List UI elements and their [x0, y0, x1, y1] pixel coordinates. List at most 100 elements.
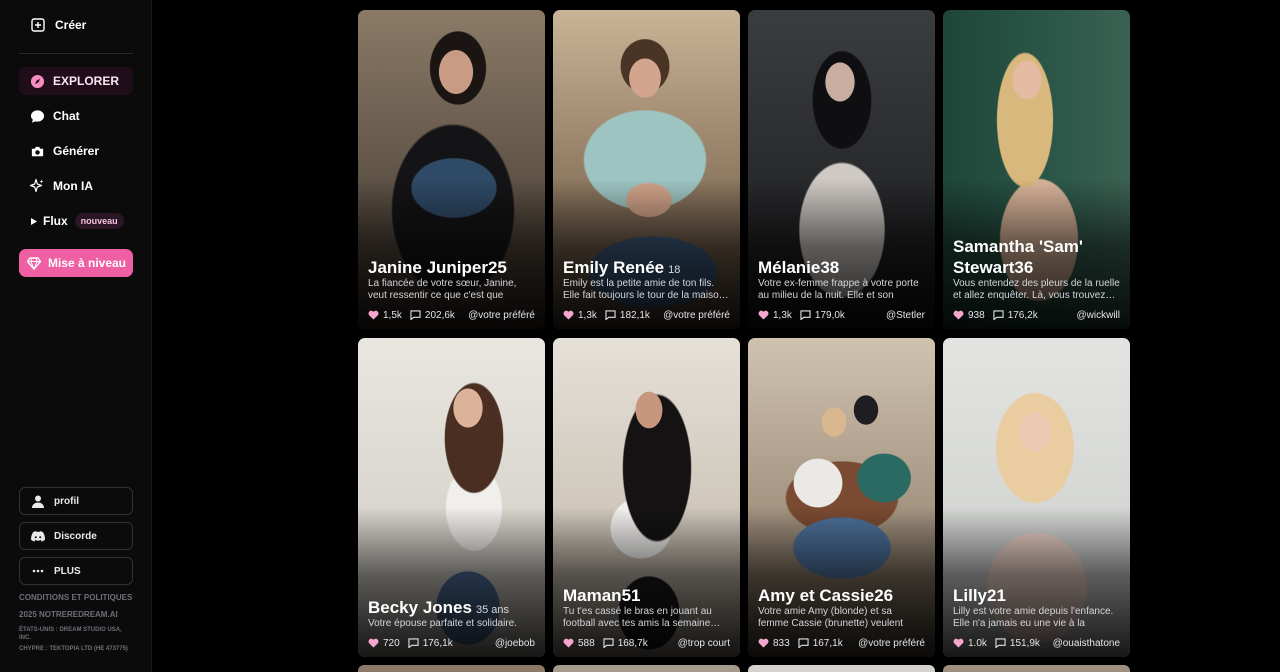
card-gradient: [358, 179, 545, 329]
character-card[interactable]: Lilly21 Lilly est votre amie depuis l'en…: [943, 338, 1130, 657]
creator-handle[interactable]: @ouaisthatone: [1053, 638, 1120, 649]
character-card[interactable]: Mélanie38 Votre ex-femme frappe à votre …: [748, 10, 935, 329]
heart-icon: [758, 638, 769, 648]
character-card[interactable]: Becky Jones 35 ans Votre épouse parfaite …: [358, 338, 545, 657]
message-icon: [410, 310, 421, 320]
diamond-icon: [26, 255, 42, 271]
card-stats: 1,3k 179,0k @Stetler: [758, 308, 925, 322]
sidebar-item-label: Chat: [53, 109, 80, 123]
character-description: La fiancée de votre sœur, Janine, veut r…: [368, 278, 517, 301]
card-gradient: [748, 507, 935, 657]
profile-label: profil: [54, 495, 79, 507]
chat-bubble-icon: [29, 108, 45, 124]
user-icon: [30, 493, 46, 509]
discord-icon: [30, 528, 46, 544]
sidebar-item-label: Générer: [53, 144, 100, 158]
character-card[interactable]: Janine Juniper25 La fiancée de votre sœu…: [358, 10, 545, 329]
creator-handle[interactable]: @Stetler: [886, 310, 925, 321]
heart-icon: [368, 310, 379, 320]
heart-icon: [563, 310, 574, 320]
company-us-text: ÉTATS-UNIS : DREAM STUDIO USA, INC.: [19, 627, 122, 641]
sidebar-item-label: Flux: [43, 214, 68, 228]
compass-icon: [29, 73, 45, 89]
likes-stat: 720: [368, 638, 400, 649]
upgrade-button[interactable]: Mise à niveau: [19, 249, 133, 277]
heart-icon: [563, 638, 574, 648]
upgrade-label: Mise à niveau: [47, 256, 127, 270]
camera-icon: [29, 143, 45, 159]
messages-stat: 182,1k: [605, 310, 650, 321]
more-label: PLUS: [54, 565, 81, 577]
plus-square-icon: [30, 17, 46, 33]
more-button[interactable]: PLUS: [19, 557, 133, 585]
card-peek[interactable]: [358, 665, 545, 672]
character-card[interactable]: Amy et Cassie26 Votre amie Amy (blonde) …: [748, 338, 935, 657]
discord-label: Discorde: [54, 530, 97, 542]
messages-stat: 151,9k: [995, 638, 1040, 649]
message-icon: [408, 638, 419, 648]
character-card[interactable]: Emily Renée 18 Emily est la petite amie d…: [553, 10, 740, 329]
message-icon: [798, 638, 809, 648]
card-peek[interactable]: [943, 665, 1130, 672]
create-label: Créer: [55, 18, 87, 32]
card-gradient: [358, 507, 545, 657]
messages-stat: 168,7k: [603, 638, 648, 649]
heart-icon: [953, 310, 964, 320]
likes-stat: 1,3k: [758, 310, 792, 321]
card-peek[interactable]: [553, 665, 740, 672]
messages-stat: 167,1k: [798, 638, 843, 649]
messages-stat: 179,0k: [800, 310, 845, 321]
heart-icon: [368, 638, 379, 648]
likes-stat: 1,3k: [563, 310, 597, 321]
sidebar-divider: [19, 53, 133, 54]
creator-handle[interactable]: @wickwill: [1077, 310, 1120, 321]
character-card[interactable]: Maman51 Tu t'es cassé le bras en jouant …: [553, 338, 740, 657]
new-badge: nouveau: [74, 213, 124, 229]
creator-handle[interactable]: @trop court: [678, 638, 730, 649]
sidebar-item-explorer[interactable]: EXPLORER: [19, 67, 133, 95]
card-stats: 833 167,1k @votre préféré: [758, 636, 925, 650]
card-gradient: [553, 507, 740, 657]
messages-stat: 176,1k: [408, 638, 453, 649]
message-icon: [603, 638, 614, 648]
card-gradient: [748, 179, 935, 329]
character-description: Votre ex-femme frappe à votre porte au m…: [758, 278, 919, 301]
terms-link[interactable]: CONDITIONS ET POLITIQUES: [19, 593, 144, 602]
play-triangle-icon: [30, 213, 38, 229]
discord-button[interactable]: Discorde: [19, 522, 133, 550]
likes-stat: 588: [563, 638, 595, 649]
card-stats: 1,5k 202,6k @votre préféré: [368, 308, 535, 322]
character-name: Samantha 'Sam' Stewart36: [953, 237, 1083, 277]
sidebar-item-mon-ia[interactable]: Mon IA: [19, 172, 133, 200]
create-button[interactable]: Créer: [30, 17, 86, 33]
sidebar-nav: EXPLORER Chat Générer Mon IA Flux nouvea…: [19, 67, 133, 242]
sidebar-item-chat[interactable]: Chat: [19, 102, 133, 130]
character-description: Vous entendez des pleurs de la ruelle et…: [953, 278, 1120, 301]
ellipsis-icon: [30, 563, 46, 579]
creator-handle[interactable]: @votre préféré: [663, 310, 730, 321]
character-description: Emily est la petite amie de ton fils. El…: [563, 278, 729, 301]
likes-stat: 1,5k: [368, 310, 402, 321]
sparkle-icon: [29, 178, 45, 194]
card-stats: 588 168,7k @trop court: [563, 636, 730, 650]
message-icon: [995, 638, 1006, 648]
card-stats: 938 176,2k @wickwill: [953, 308, 1120, 322]
sidebar-item-flux[interactable]: Flux nouveau: [19, 207, 133, 235]
sidebar-item-generer[interactable]: Générer: [19, 137, 133, 165]
card-stats: 1,3k 182,1k @votre préféré: [563, 308, 730, 322]
profile-button[interactable]: profil: [19, 487, 133, 515]
sidebar-item-label: Mon IA: [53, 179, 93, 193]
character-card[interactable]: Samantha 'Sam' Stewart36 Vous entendez d…: [943, 10, 1130, 329]
creator-handle[interactable]: @votre préféré: [468, 310, 535, 321]
character-description: Votre amie Amy (blonde) et sa femme Cass…: [758, 606, 904, 629]
card-peek[interactable]: [748, 665, 935, 672]
card-stats: 1.0k 151,9k @ouaisthatone: [953, 636, 1120, 650]
heart-icon: [758, 310, 769, 320]
creator-handle[interactable]: @joebob: [495, 638, 535, 649]
sidebar-item-label: EXPLORER: [53, 74, 120, 88]
heart-icon: [953, 638, 964, 648]
card-gradient: [553, 179, 740, 329]
character-description: Votre épouse parfaite et solidaire.: [368, 618, 517, 629]
creator-handle[interactable]: @votre préféré: [858, 638, 925, 649]
message-icon: [800, 310, 811, 320]
